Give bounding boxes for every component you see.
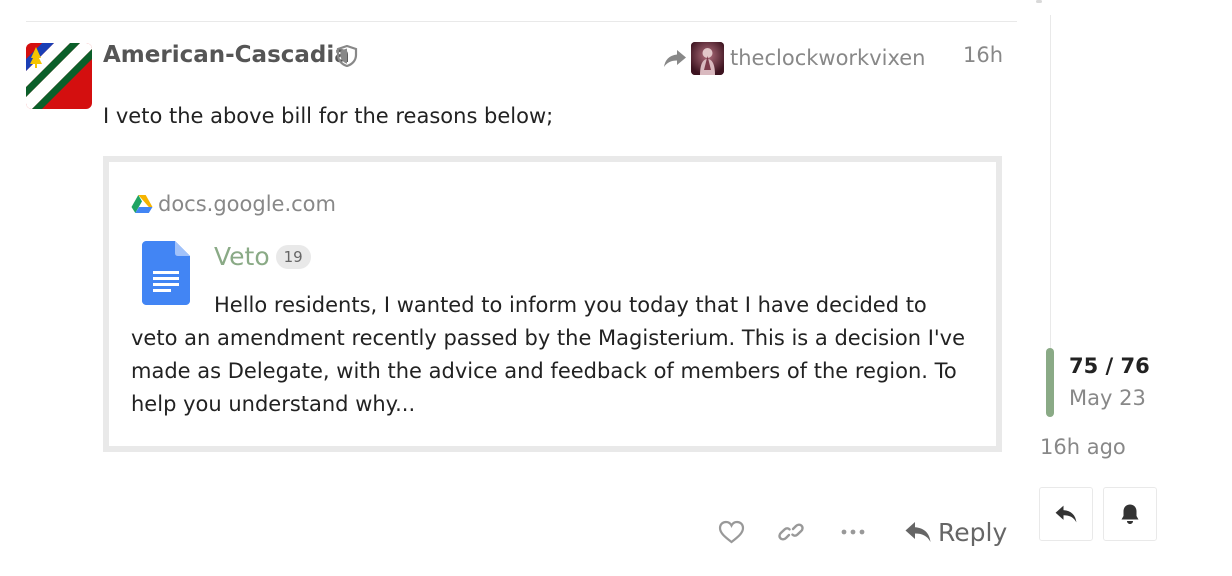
onebox-excerpt: Hello residents, I wanted to inform you …	[131, 293, 966, 416]
timeline-reply-button[interactable]	[1039, 487, 1093, 541]
timeline-date: May 23	[1069, 386, 1146, 410]
timeline-last-post[interactable]: 16h ago	[1040, 435, 1126, 459]
reply-to-avatar	[691, 41, 724, 75]
reply-to-tab[interactable]: theclockworkvixen	[663, 40, 926, 76]
post-body-text: I veto the above bill for the reasons be…	[103, 104, 554, 128]
timeline-scroller-handle[interactable]	[1046, 348, 1054, 417]
heart-icon	[718, 520, 744, 544]
onebox-source[interactable]: docs.google.com	[131, 192, 336, 216]
reply-icon	[1055, 505, 1077, 523]
link-icon	[778, 523, 804, 541]
ellipsis-icon	[841, 529, 865, 535]
reply-arrow-icon	[664, 50, 686, 67]
onebox-domain: docs.google.com	[158, 192, 336, 216]
avatar[interactable]	[26, 43, 92, 109]
timeline-start-marker	[1036, 0, 1042, 3]
like-button[interactable]	[716, 512, 746, 552]
bell-icon	[1121, 504, 1139, 524]
timeline-post-count: 75 / 76	[1069, 354, 1150, 378]
reply-to-username: theclockworkvixen	[730, 46, 926, 70]
post-username[interactable]: American-Cascadia	[103, 42, 350, 68]
click-count-badge: 19	[275, 244, 311, 269]
more-actions-button[interactable]	[838, 512, 868, 552]
google-drive-icon	[131, 195, 153, 213]
post-divider	[26, 21, 1017, 22]
timeline-scroll-track[interactable]	[1050, 15, 1051, 405]
shield-icon	[336, 45, 358, 67]
onebox-title-row: Veto 19	[214, 242, 311, 271]
reply-button[interactable]: Reply	[904, 512, 1007, 552]
reply-icon	[905, 522, 931, 542]
onebox-title-link[interactable]: Veto	[214, 242, 270, 271]
post-date[interactable]: 16h	[963, 43, 1003, 67]
link-onebox[interactable]: docs.google.com Veto 19 Hello residents,…	[103, 156, 1002, 452]
notifications-button[interactable]	[1103, 487, 1157, 541]
copy-link-button[interactable]	[776, 512, 806, 552]
reply-button-label: Reply	[938, 517, 1008, 547]
post-controls: Reply	[716, 512, 1016, 552]
